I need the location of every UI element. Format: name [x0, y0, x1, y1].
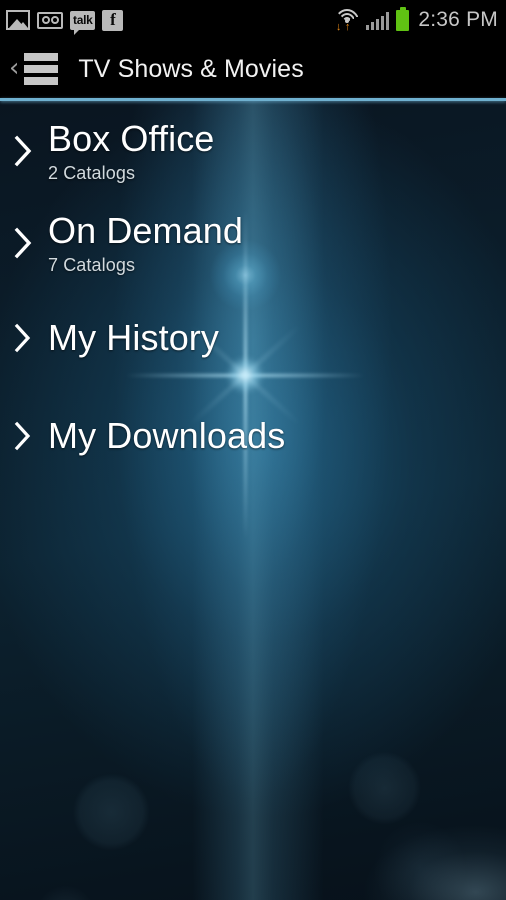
status-bar-right-icons: ↓ ↑ 2:36 PM	[333, 8, 498, 33]
menu-list: Box Office 2 Catalogs On Demand 7 Catalo…	[0, 101, 506, 485]
data-down-arrow-icon: ↓	[335, 21, 342, 33]
status-bar: talk f ↓ ↑ 2:36 PM	[0, 0, 506, 40]
facebook-icon: f	[102, 9, 124, 31]
action-bar-divider	[0, 98, 506, 101]
status-bar-clock: 2:36 PM	[418, 8, 498, 31]
wifi-icon: ↓ ↑	[333, 9, 360, 33]
list-item-my-downloads[interactable]: My Downloads	[0, 387, 506, 485]
voicemail-icon	[37, 11, 63, 29]
list-item-box-office[interactable]: Box Office 2 Catalogs	[0, 105, 506, 197]
status-bar-left-icons: talk f	[6, 9, 124, 35]
list-item-my-history[interactable]: My History	[0, 289, 506, 387]
content-area: Box Office 2 Catalogs On Demand 7 Catalo…	[0, 101, 506, 900]
list-item-title: My History	[48, 317, 219, 358]
list-item-on-demand[interactable]: On Demand 7 Catalogs	[0, 197, 506, 289]
list-item-title: On Demand	[48, 210, 243, 251]
list-item-text: My Downloads	[48, 414, 285, 458]
list-item-subtitle: 7 Catalogs	[48, 255, 136, 275]
battery-icon	[396, 9, 410, 31]
list-item-subtitle: 2 Catalogs	[48, 163, 136, 183]
chevron-right-icon	[14, 226, 48, 260]
chevron-right-icon	[14, 323, 48, 353]
talk-icon: talk	[70, 10, 96, 35]
data-up-arrow-icon: ↑	[344, 21, 351, 33]
back-chevron-icon[interactable]: ‹	[6, 55, 22, 83]
list-item-title: Box Office	[48, 118, 215, 159]
list-item-text: On Demand 7 Catalogs	[48, 209, 243, 277]
chevron-right-icon	[14, 134, 48, 168]
chevron-right-icon	[14, 421, 48, 451]
list-item-text: Box Office 2 Catalogs	[48, 117, 214, 185]
photo-icon	[6, 10, 30, 30]
cellular-signal-icon	[365, 10, 390, 30]
list-item-title: My Downloads	[48, 415, 286, 456]
phone-screen: talk f ↓ ↑ 2:36 PM ‹ TV Shows & Movies B…	[0, 0, 506, 900]
action-bar: ‹ TV Shows & Movies	[0, 40, 506, 98]
hamburger-menu-icon[interactable]	[22, 49, 64, 89]
page-title: TV Shows & Movies	[78, 54, 304, 83]
list-item-text: My History	[48, 316, 219, 360]
